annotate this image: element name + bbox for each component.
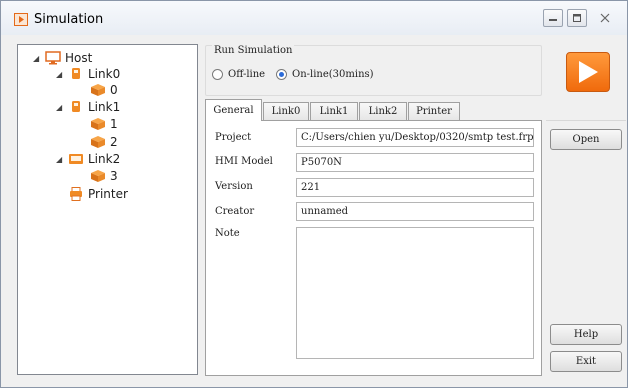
creator-field[interactable]: unnamed — [296, 202, 534, 221]
close-button[interactable] — [591, 9, 619, 27]
hmi-model-label: HMI Model — [215, 156, 273, 167]
help-button[interactable]: Help — [550, 324, 622, 345]
tree-item-printer[interactable]: Printer — [68, 186, 128, 202]
close-icon — [600, 13, 610, 23]
simulation-window: Simulation ◢ Host ◢ Link0 0 ◢ Link1 1 2 … — [0, 0, 628, 388]
box-icon — [91, 118, 105, 130]
app-icon — [14, 13, 28, 26]
run-simulation-button[interactable] — [566, 52, 610, 92]
project-field[interactable]: C:/Users/chien yu/Desktop/0320/smtp test… — [296, 128, 534, 147]
offline-label: Off-line — [228, 69, 266, 80]
tab-label: Link2 — [368, 106, 398, 117]
tree-item-0[interactable]: 0 — [90, 82, 118, 98]
offline-radio[interactable]: Off-line — [212, 69, 265, 80]
online-label: On-line(30mins) — [292, 69, 374, 80]
tree-label: 3 — [110, 169, 118, 183]
tree-label: 0 — [110, 83, 118, 97]
tree-label: 2 — [110, 135, 118, 149]
tree-label: 1 — [110, 117, 118, 131]
exit-button-label: Exit — [575, 356, 597, 367]
play-icon — [579, 61, 598, 83]
tree-label: Link1 — [88, 100, 121, 114]
hmi-model-field[interactable]: P5070N — [296, 153, 534, 172]
tab-link0[interactable]: Link0 — [263, 102, 309, 120]
device-icon — [72, 68, 80, 79]
window-title: Simulation — [34, 12, 104, 27]
expand-arrow-icon[interactable]: ◢ — [56, 103, 68, 112]
box-icon — [91, 136, 105, 148]
tree-item-1[interactable]: 1 — [90, 116, 118, 132]
tab-printer[interactable]: Printer — [408, 102, 460, 120]
tree-label: Link0 — [88, 67, 121, 81]
tree-label: Host — [65, 51, 93, 65]
open-button[interactable]: Open — [550, 129, 622, 150]
separator — [546, 120, 626, 121]
tree-item-link1[interactable]: ◢ Link1 — [56, 99, 120, 115]
box-icon — [91, 170, 105, 182]
device-icon — [72, 101, 80, 112]
minimize-button[interactable] — [543, 9, 563, 27]
tree-item-link0[interactable]: ◢ Link0 — [56, 66, 120, 82]
expand-arrow-icon[interactable]: ◢ — [56, 70, 68, 79]
expand-arrow-icon[interactable]: ◢ — [56, 155, 68, 164]
exit-button[interactable]: Exit — [550, 351, 622, 372]
tab-label: Printer — [416, 106, 452, 117]
version-label: Version — [215, 181, 253, 192]
expand-arrow-icon[interactable]: ◢ — [33, 54, 45, 63]
tree-label: Link2 — [88, 152, 121, 166]
tab-link2[interactable]: Link2 — [359, 102, 407, 120]
tree-item-link2[interactable]: ◢ Link2 — [56, 151, 120, 167]
run-simulation-label: Run Simulation — [212, 45, 295, 56]
tab-link1[interactable]: Link1 — [310, 102, 358, 120]
radio-button[interactable] — [212, 69, 223, 80]
tab-general[interactable]: General — [205, 99, 262, 121]
version-field[interactable]: 221 — [296, 178, 534, 197]
tab-label: Link0 — [271, 106, 301, 117]
printer-icon — [70, 187, 82, 201]
host-icon — [69, 154, 83, 164]
host-icon — [45, 51, 61, 65]
title-bar: Simulation — [1, 1, 627, 35]
creator-label: Creator — [215, 206, 255, 217]
maximize-icon — [573, 14, 581, 22]
note-field[interactable] — [296, 227, 534, 359]
box-icon — [91, 84, 105, 96]
maximize-button[interactable] — [567, 9, 587, 27]
online-radio[interactable]: On-line(30mins) — [276, 69, 374, 80]
radio-button-selected[interactable] — [276, 69, 287, 80]
tree-item-2[interactable]: 2 — [90, 134, 118, 150]
help-button-label: Help — [573, 329, 599, 340]
tab-label: General — [213, 105, 254, 116]
tree-item-host[interactable]: ◢ Host — [33, 50, 92, 66]
tree-item-3[interactable]: 3 — [90, 168, 118, 184]
minimize-icon — [549, 19, 557, 21]
project-label: Project — [215, 132, 252, 143]
note-label: Note — [215, 228, 240, 239]
tree-label: Printer — [88, 187, 128, 201]
tab-label: Link1 — [319, 106, 349, 117]
open-button-label: Open — [572, 134, 600, 145]
